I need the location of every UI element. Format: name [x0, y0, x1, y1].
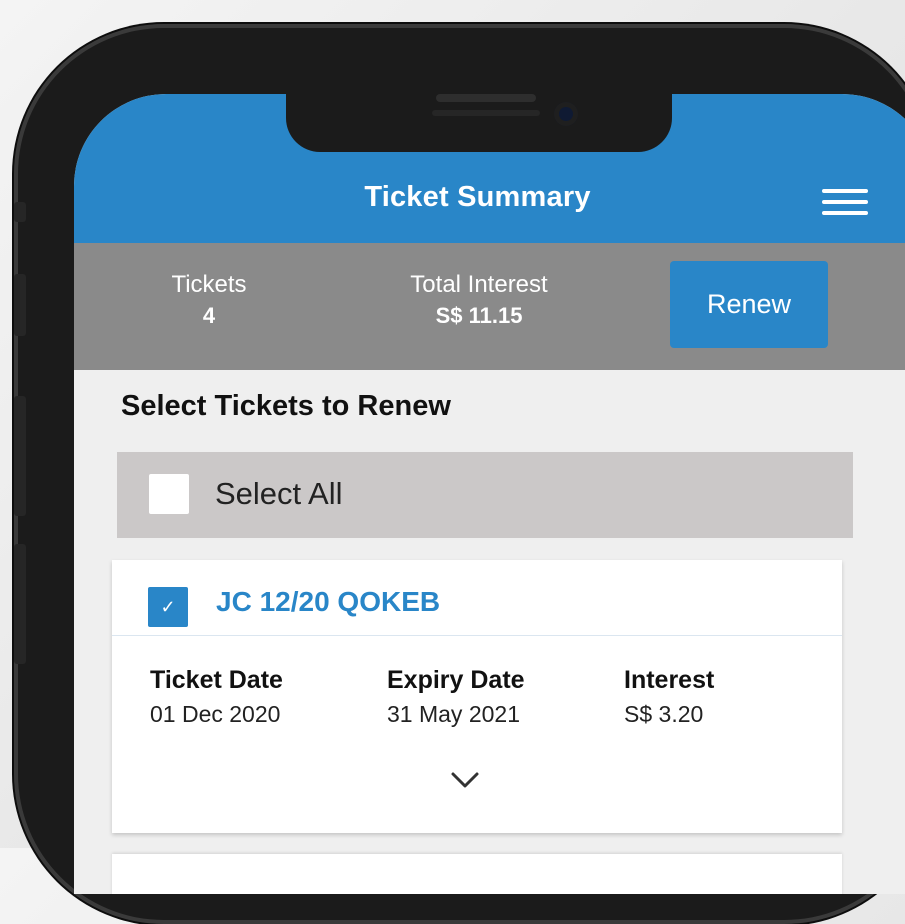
select-all-row[interactable]: Select All — [117, 452, 853, 538]
ticket-date-label: Ticket Date — [150, 666, 283, 694]
checkmark-icon: ✓ — [160, 597, 176, 617]
interest-label: Interest — [624, 666, 715, 694]
expiry-date-label: Expiry Date — [387, 666, 525, 694]
ticket-date-value: 01 Dec 2020 — [150, 701, 281, 727]
section-title: Select Tickets to Renew — [121, 390, 451, 422]
total-interest-value: S$ 11.15 — [435, 303, 523, 328]
ticket-checkbox[interactable]: ✓ — [148, 587, 188, 627]
divider — [112, 635, 842, 636]
interest-value: S$ 3.20 — [624, 701, 704, 727]
expiry-date-value: 31 May 2021 — [387, 701, 520, 727]
camera-icon — [554, 102, 578, 126]
app-screen: Ticket Summary Tickets 4 Total Interest … — [74, 94, 905, 894]
renew-button[interactable]: Renew — [670, 261, 828, 348]
expiry-date-field: Expiry Date 31 May 2021 — [387, 666, 525, 728]
phone-side-button — [14, 396, 26, 516]
ticket-card — [112, 854, 842, 894]
speaker-grille — [436, 94, 536, 102]
phone-side-button — [14, 544, 26, 664]
tickets-stat: Tickets 4 — [154, 271, 264, 329]
interest-field: Interest S$ 3.20 — [624, 666, 714, 728]
summary-bar: Tickets 4 Total Interest S$ 11.15 Renew — [74, 243, 905, 370]
page-title: Ticket Summary — [364, 181, 591, 213]
speaker-grille — [432, 110, 540, 116]
select-all-label: Select All — [215, 476, 343, 511]
phone-side-button — [14, 202, 26, 222]
ticket-card: ✓ JC 12/20 QOKEB Ticket Date 01 Dec 2020… — [112, 560, 842, 833]
ticket-id[interactable]: JC 12/20 QOKEB — [216, 586, 440, 618]
tickets-count: 4 — [202, 303, 216, 328]
ticket-date-field: Ticket Date 01 Dec 2020 — [150, 666, 283, 728]
total-interest-stat: Total Interest S$ 11.15 — [384, 271, 574, 329]
phone-notch — [286, 94, 672, 152]
tickets-label: Tickets — [171, 271, 247, 298]
hamburger-menu-icon[interactable] — [822, 189, 868, 217]
total-interest-label: Total Interest — [410, 271, 548, 298]
chevron-down-icon[interactable] — [450, 770, 480, 790]
phone-frame: Ticket Summary Tickets 4 Total Interest … — [14, 24, 905, 924]
phone-side-button — [14, 274, 26, 336]
select-all-checkbox[interactable] — [149, 474, 189, 514]
